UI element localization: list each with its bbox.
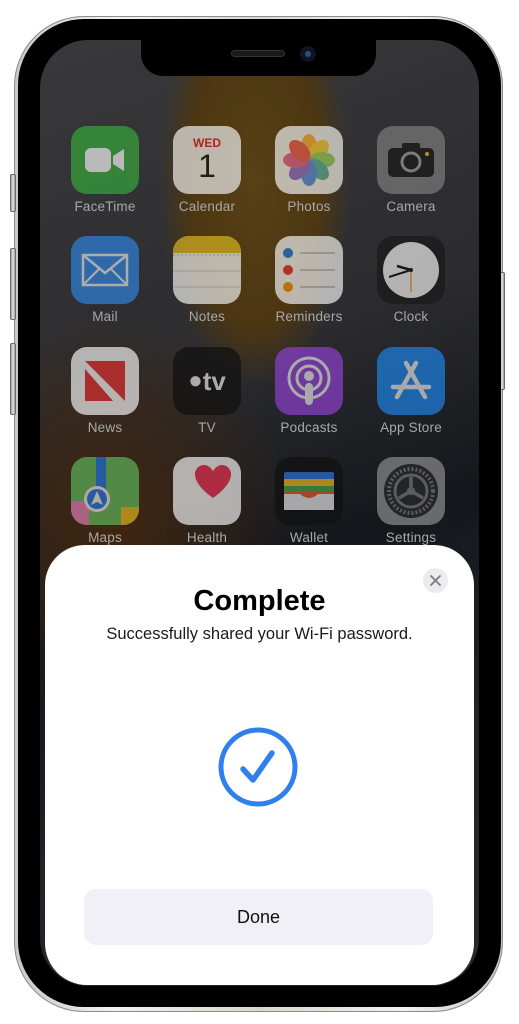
app-label: Photos (287, 199, 331, 214)
speaker-grille (231, 50, 285, 57)
app-store-icon (377, 347, 445, 415)
app-clock[interactable]: Clock (366, 236, 456, 324)
calendar-icon: WED 1 (173, 126, 241, 194)
volume-down-button (10, 343, 16, 415)
app-label: FaceTime (74, 199, 136, 214)
sheet-title: Complete (193, 585, 326, 617)
photos-icon (275, 126, 343, 194)
app-app-store[interactable]: App Store (366, 347, 456, 435)
app-label: Mail (92, 309, 118, 324)
app-photos[interactable]: Photos (264, 126, 354, 214)
volume-up-button (10, 248, 16, 320)
clock-icon (377, 236, 445, 304)
app-facetime[interactable]: FaceTime (60, 126, 150, 214)
sheet-subtitle: Successfully shared your Wi-Fi password. (106, 625, 413, 643)
app-podcasts[interactable]: Podcasts (264, 347, 354, 435)
app-label: Podcasts (280, 420, 338, 435)
checkmark-circle-icon (218, 727, 298, 807)
app-label: Camera (386, 199, 436, 214)
calendar-date: 1 (198, 148, 216, 184)
app-label: TV (198, 420, 216, 435)
wallet-icon (275, 457, 343, 525)
app-maps[interactable]: Maps (60, 457, 150, 545)
maps-icon (71, 457, 139, 525)
app-label: Health (186, 530, 228, 545)
app-camera[interactable]: Camera (366, 126, 456, 214)
app-label: Clock (393, 309, 429, 324)
health-icon (173, 457, 241, 525)
app-notes[interactable]: Notes (162, 236, 252, 324)
mail-icon (71, 236, 139, 304)
app-label: Notes (188, 309, 226, 324)
app-label: Reminders (275, 309, 343, 324)
app-label: App Store (380, 420, 442, 435)
tv-icon: ● tv (173, 347, 241, 415)
apple-logo-icon: ● (188, 367, 203, 394)
app-calendar[interactable]: WED 1 Calendar (162, 126, 252, 214)
camera-icon (377, 126, 445, 194)
wifi-share-complete-sheet: Complete Successfully shared your Wi-Fi … (45, 545, 474, 985)
done-button[interactable]: Done (84, 889, 433, 945)
reminders-icon (275, 236, 343, 304)
app-label: Settings (385, 530, 437, 545)
app-news[interactable]: News (60, 347, 150, 435)
app-reminders[interactable]: Reminders (264, 236, 354, 324)
settings-icon (377, 457, 445, 525)
app-health[interactable]: Health (162, 457, 252, 545)
app-label: News (87, 420, 123, 435)
facetime-icon (71, 126, 139, 194)
app-label: Wallet (289, 530, 329, 545)
news-icon (71, 347, 139, 415)
silent-switch (10, 174, 16, 212)
app-label: Maps (88, 530, 122, 545)
podcasts-icon (275, 347, 343, 415)
app-mail[interactable]: Mail (60, 236, 150, 324)
tv-glyph: tv (202, 365, 226, 396)
app-wallet[interactable]: Wallet (264, 457, 354, 545)
notes-icon (173, 236, 241, 304)
app-settings[interactable]: Settings (366, 457, 456, 545)
app-tv[interactable]: ● tv TV (162, 347, 252, 435)
notch (141, 40, 376, 76)
app-label: Calendar (178, 199, 236, 214)
front-camera (300, 46, 316, 62)
